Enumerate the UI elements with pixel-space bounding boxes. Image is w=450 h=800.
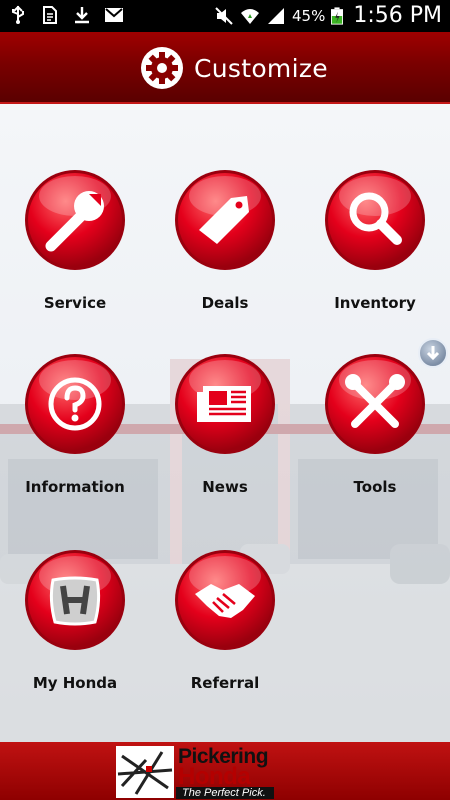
question-icon[interactable]	[23, 352, 127, 456]
tile-label: News	[202, 478, 248, 496]
tile-inventory[interactable]: Inventory	[305, 168, 445, 312]
tile-service[interactable]: Service	[5, 168, 145, 312]
honda-logo-icon[interactable]	[23, 548, 127, 652]
tile-deals[interactable]: Deals	[155, 168, 295, 312]
map-icon	[116, 746, 174, 798]
tile-label: Information	[25, 478, 125, 496]
tools-icon[interactable]	[323, 352, 427, 456]
signal-icon	[268, 7, 284, 24]
wrench-icon[interactable]	[23, 168, 127, 272]
newspaper-icon[interactable]	[173, 352, 277, 456]
document-icon	[43, 6, 57, 24]
gmail-icon	[105, 8, 123, 22]
gear-icon	[141, 47, 183, 89]
magnifier-icon[interactable]	[323, 168, 427, 272]
mute-icon	[215, 6, 233, 25]
tile-label: My Honda	[32, 674, 118, 692]
logo-tagline: The Perfect Pick.	[176, 787, 274, 799]
tile-label: Tools	[353, 478, 397, 496]
main-content: Service Deals Inventory Information News…	[0, 104, 450, 742]
usb-icon	[12, 5, 24, 24]
wifi-icon	[241, 8, 259, 24]
arrow-down-icon	[426, 346, 440, 361]
scroll-handle[interactable]	[418, 338, 448, 368]
tile-referral[interactable]: Referral	[155, 548, 295, 692]
battery-percent: 45%	[292, 6, 326, 25]
clock: 1:56 PM	[353, 3, 442, 28]
download-icon	[75, 7, 89, 24]
tile-label: Service	[43, 294, 107, 312]
tile-label: Referral	[190, 674, 260, 692]
handshake-icon[interactable]	[173, 548, 277, 652]
tile-news[interactable]: News	[155, 352, 295, 496]
dealer-logo[interactable]: Pickering Honda The Perfect Pick.	[116, 745, 336, 799]
tile-tools[interactable]: Tools	[305, 352, 445, 496]
tile-label: Deals	[201, 294, 249, 312]
page-title: Customize	[194, 53, 328, 83]
tile-information[interactable]: Information	[5, 352, 145, 496]
footer-bar: Pickering Honda The Perfect Pick.	[0, 742, 450, 800]
battery-icon	[331, 6, 344, 25]
app-header: Customize	[0, 32, 450, 104]
tile-my-honda[interactable]: My Honda	[5, 548, 145, 692]
tag-icon[interactable]	[173, 168, 277, 272]
status-bar: 45% 1:56 PM	[0, 0, 450, 32]
tile-label: Inventory	[334, 294, 416, 312]
